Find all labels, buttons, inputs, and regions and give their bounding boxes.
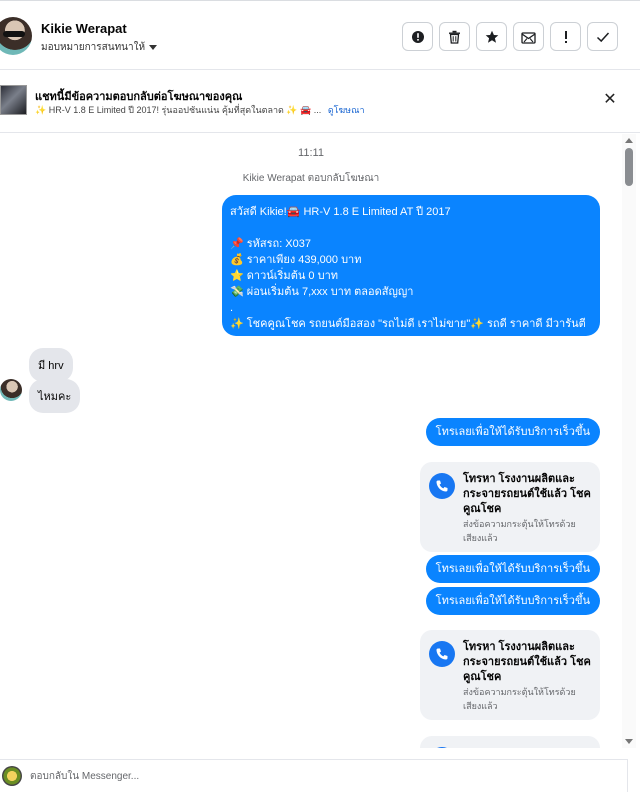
contact-name[interactable]: Kikie Werapat	[41, 21, 127, 36]
ad-reply-notice: Kikie Werapat ตอบกลับโฆษณา	[242, 173, 380, 184]
delete-button[interactable]	[439, 22, 470, 51]
close-icon[interactable]: ✕	[602, 92, 618, 108]
ad-message-line	[230, 220, 592, 236]
ad-message-line: 📌 รหัสรถ: X037	[230, 238, 311, 250]
top-divider	[0, 0, 640, 1]
assign-label: มอบหมายการสนทนาให้	[41, 42, 146, 53]
phone-icon	[429, 473, 455, 499]
mark-unread-icon	[521, 31, 536, 44]
call-now-bubble: โทรเลยเพื่อให้ได้รับบริการเร็วขึ้น	[425, 555, 600, 583]
reply-composer	[0, 759, 628, 792]
conversation-header: Kikie Werapat มอบหมายการสนทนาให้	[0, 0, 640, 70]
ad-message-line: .	[230, 302, 234, 314]
sender-avatar	[0, 379, 22, 401]
incoming-message: ไหมคะ	[29, 379, 81, 413]
ad-message-bubble: สวัสดี Kikie!🚘 HR-V 1.8 E Limited AT ปี …	[222, 195, 600, 336]
ad-message-line: สวัสดี Kikie!🚘 HR-V 1.8 E Limited AT ปี …	[230, 206, 451, 218]
call-card-title: โทรหา โรงงานผลิตและกระจายรถยนต์ใช้แล้ว โ…	[463, 473, 591, 515]
ad-message-line: 💸 ผ่อนเริ่มต้น 7,xxx บาท ตลอดสัญญา	[230, 286, 414, 298]
star-button[interactable]	[476, 22, 507, 51]
alert-circle-icon	[411, 30, 424, 43]
ad-thumbnail	[0, 85, 27, 115]
check-icon	[596, 31, 609, 42]
ad-message-line: ⭐ ดาวน์เริ่มต้น 0 บาท	[230, 270, 338, 282]
chat-scrollbar[interactable]	[622, 134, 636, 748]
avatar[interactable]	[0, 17, 32, 55]
scroll-up-icon[interactable]	[625, 138, 633, 143]
call-request-card[interactable]: โทรหา โรงงานผลิตและกระจายรถยนต์ใช้แล้ว โ…	[420, 462, 600, 552]
banner-subtitle: ✨ HR-V 1.8 E Limited ปี 2017! รุ่นออปชัน…	[35, 103, 365, 117]
call-card-subtitle: ส่งข้อความกระตุ้นให้โทรด้วยเสียงแล้ว	[463, 519, 576, 543]
call-request-card[interactable]: โทรหา โรงงานผลิตและกระจายรถยนต์ใช้แล้ว โ…	[420, 630, 600, 720]
call-card-title: โทรหา โรงงานผลิตและกระจายรถยนต์ใช้แล้ว โ…	[463, 641, 591, 683]
avatar-glasses	[3, 31, 25, 37]
scrollbar-thumb[interactable]	[625, 148, 633, 186]
call-now-bubble: โทรเลยเพื่อให้ได้รับบริการเร็วขึ้น	[425, 587, 600, 615]
ad-message-line: ✨ โชคคูณโชค รถยนต์มือสอง "รถไม่ดี เราไม่…	[230, 318, 586, 330]
ad-caption: ✨ HR-V 1.8 E Limited ปี 2017! รุ่นออปชัน…	[35, 105, 322, 115]
report-button[interactable]	[402, 22, 433, 51]
ad-reply-banner: แชทนี้มีข้อความตอบกลับต่อโฆษณาของคุณ ✨ H…	[0, 71, 640, 133]
ad-message-line: 💰 ราคาเพียง 439,000 บาท	[230, 254, 362, 266]
trash-icon	[449, 30, 460, 44]
message-thread[interactable]: 11:11 Kikie Werapat ตอบกลับโฆษณา สวัสดี …	[0, 134, 622, 748]
scroll-down-icon[interactable]	[625, 739, 633, 744]
call-card-subtitle: ส่งข้อความกระตุ้นให้โทรด้วยเสียงแล้ว	[463, 687, 576, 711]
assign-conversation-dropdown[interactable]: มอบหมายการสนทนาให้	[41, 40, 158, 55]
call-request-card[interactable]	[420, 736, 600, 748]
reply-input[interactable]	[30, 766, 610, 786]
mark-done-button[interactable]	[587, 22, 618, 51]
header-actions	[402, 22, 618, 51]
mark-unread-button[interactable]	[513, 22, 544, 51]
view-ad-link[interactable]: ดูโฆษณา	[328, 105, 365, 115]
mark-spam-button[interactable]	[550, 22, 581, 51]
star-icon	[485, 30, 498, 43]
message-timestamp: 11:11	[298, 147, 324, 159]
page-avatar	[2, 766, 22, 786]
phone-icon	[429, 747, 455, 748]
exclamation-icon	[564, 30, 567, 43]
incoming-message: มี hrv	[29, 348, 73, 382]
phone-icon	[429, 641, 455, 667]
chevron-down-icon	[149, 45, 158, 50]
call-now-bubble: โทรเลยเพื่อให้ได้รับบริการเร็วขึ้น	[425, 418, 600, 446]
